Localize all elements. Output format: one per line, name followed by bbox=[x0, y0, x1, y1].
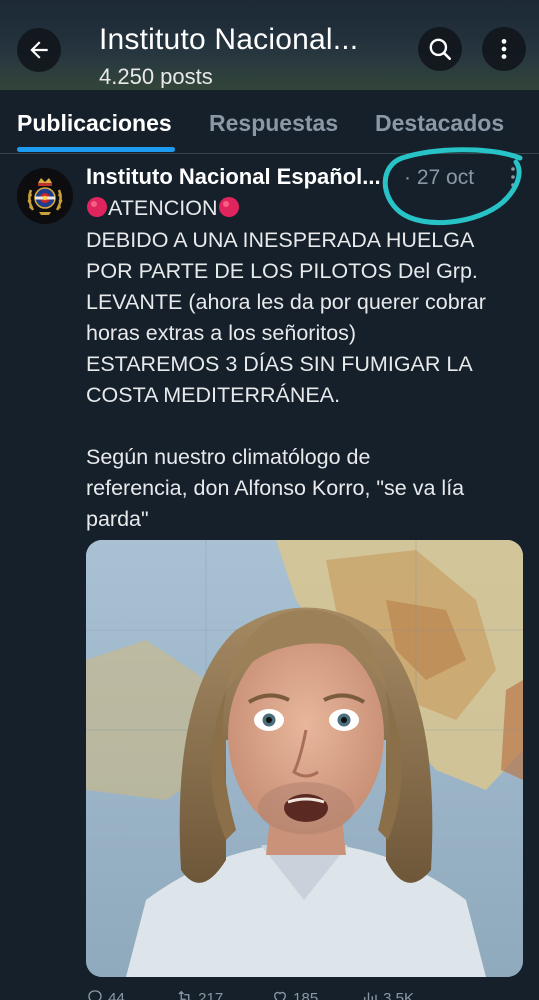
post-image[interactable] bbox=[86, 540, 523, 977]
tab-destacados[interactable]: Destacados bbox=[375, 110, 504, 137]
active-tab-indicator bbox=[17, 147, 175, 152]
views-count: 3,5K bbox=[383, 990, 415, 1000]
heart-icon bbox=[274, 991, 286, 1000]
crest-logo-icon bbox=[17, 168, 73, 224]
reply-button[interactable]: 44 bbox=[86, 988, 125, 1000]
avatar[interactable] bbox=[17, 168, 73, 224]
more-vertical-icon bbox=[501, 39, 507, 59]
post-text-line: LEVANTE (ahora les da por querer cobrar bbox=[86, 290, 486, 314]
reply-icon bbox=[88, 990, 102, 1000]
search-icon bbox=[429, 38, 452, 61]
red-circle-icon bbox=[87, 197, 107, 217]
post-actions: 44 217 185 3,5K bbox=[86, 988, 523, 1000]
post-author-name[interactable]: Instituto Nacional Español... bbox=[86, 164, 399, 190]
post-more-icon[interactable] bbox=[506, 165, 520, 189]
like-button[interactable]: 185 bbox=[271, 988, 318, 1000]
map-and-person-image bbox=[86, 540, 523, 977]
attention-heading: ATENCION bbox=[108, 196, 218, 220]
post-count: 4.250 posts bbox=[99, 64, 213, 88]
post-text-line: POR PARTE DE LOS PILOTOS Del Grp. bbox=[86, 259, 478, 283]
profile-header: Instituto Nacional... 4.250 posts bbox=[0, 0, 539, 90]
post-text-line: Según nuestro climatólogo de bbox=[86, 445, 371, 469]
post-text-line: ATENCION bbox=[86, 193, 240, 224]
profile-title: Instituto Nacional... bbox=[99, 23, 359, 56]
search-button[interactable] bbox=[418, 27, 462, 71]
post-date[interactable]: · 27 oct bbox=[404, 166, 474, 190]
profile-tabs: Publicaciones Respuestas Destacados bbox=[0, 90, 539, 154]
post-text-line: DEBIDO A UNA INESPERADA HUELGA bbox=[86, 228, 475, 252]
like-count: 185 bbox=[293, 990, 319, 1000]
post-text-line: referencia, don Alfonso Korro, "se va lí… bbox=[86, 476, 465, 500]
back-arrow-icon bbox=[30, 41, 48, 59]
red-circle-icon bbox=[218, 197, 239, 217]
reply-count: 44 bbox=[108, 990, 125, 1000]
views-button[interactable]: 3,5K bbox=[361, 988, 414, 1000]
post-text-line: COSTA MEDITERRÁNEA. bbox=[86, 383, 341, 407]
post-text-line: parda" bbox=[86, 507, 149, 531]
back-button[interactable] bbox=[17, 28, 61, 72]
post-text-line: ESTAREMOS 3 DÍAS SIN FUMIGAR LA bbox=[86, 352, 473, 376]
post-text-line: horas extras a los señoritos) bbox=[86, 321, 357, 345]
repost-icon bbox=[178, 990, 191, 1000]
tab-respuestas[interactable]: Respuestas bbox=[209, 110, 338, 137]
repost-count: 217 bbox=[198, 990, 224, 1000]
more-options-button[interactable] bbox=[482, 27, 526, 71]
views-icon bbox=[364, 992, 377, 1000]
tab-publicaciones[interactable]: Publicaciones bbox=[17, 110, 172, 137]
repost-button[interactable]: 217 bbox=[176, 988, 223, 1000]
